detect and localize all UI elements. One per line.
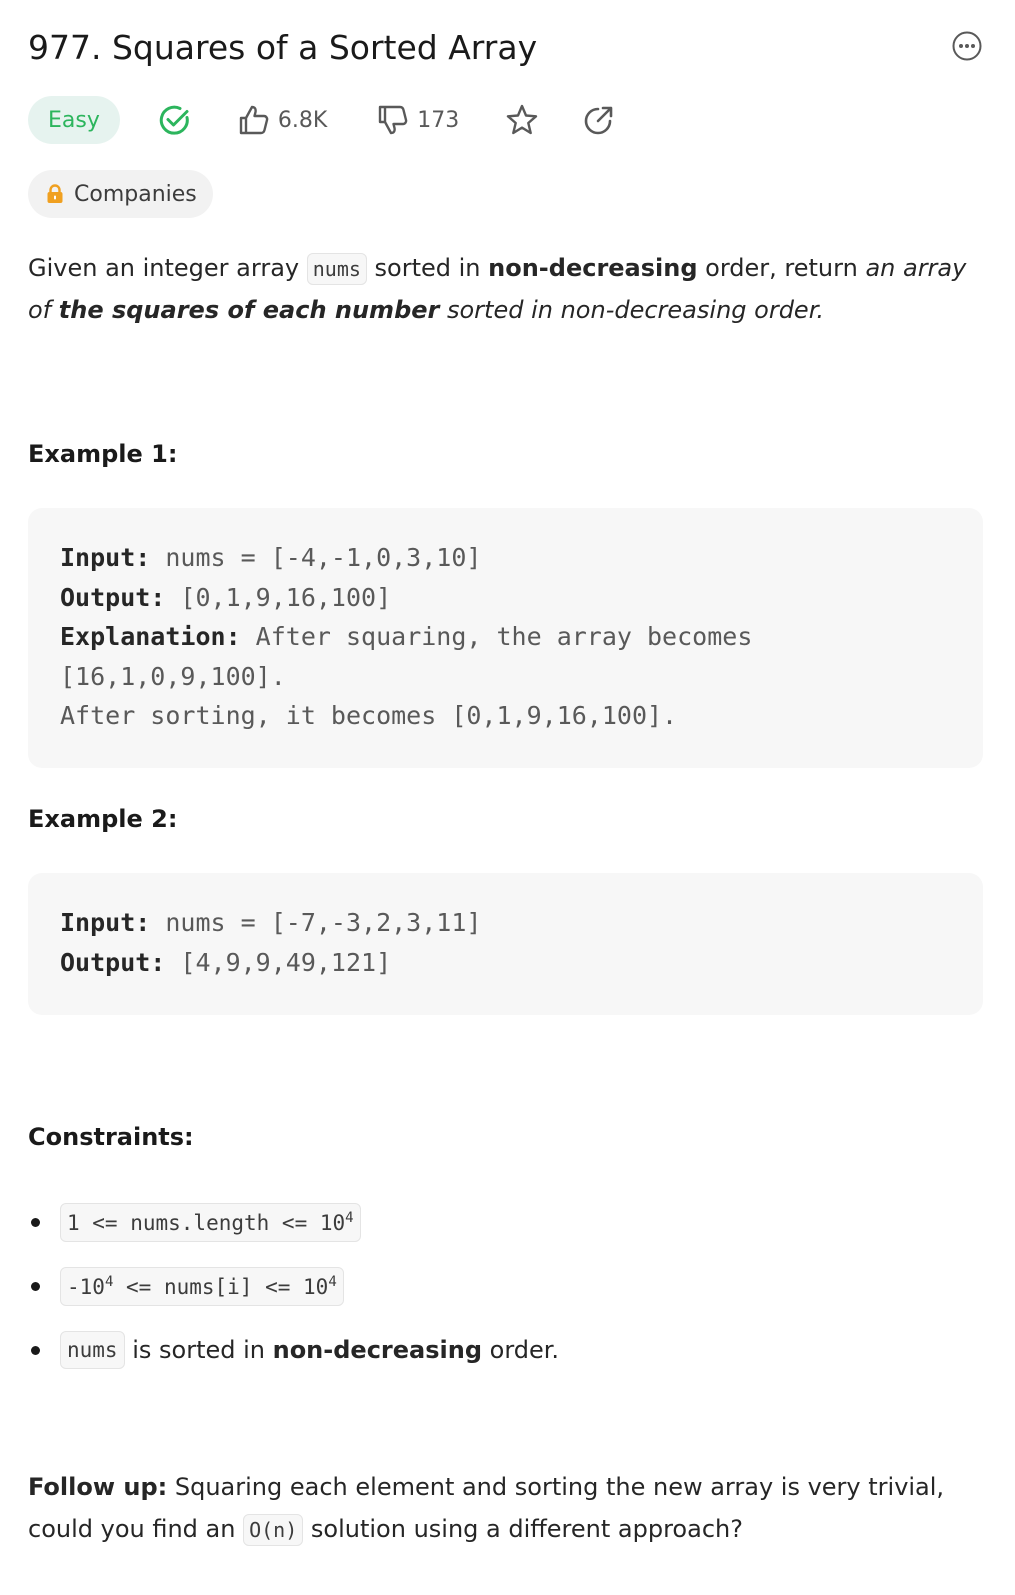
title-row: 977. Squares of a Sorted Array [28,22,983,74]
example-2-block: Input: nums = [-7,-3,2,3,11] Output: [4,… [28,873,983,1015]
output-value: [4,9,9,49,121] [165,947,392,977]
input-label: Input: [60,908,151,937]
constraint-text: is sorted in [124,1336,273,1364]
explanation-text: [16,1,0,9,100]. [60,661,286,691]
dislikes-count: 173 [417,107,460,133]
input-label: Input: [60,543,151,572]
companies-button[interactable]: Companies [28,170,213,218]
more-options-button[interactable] [951,30,983,62]
constraints-heading: Constraints: [28,1123,194,1151]
input-value: nums = [-7,-3,2,3,11] [150,908,482,937]
superscript: 4 [345,1209,354,1226]
superscript: 4 [328,1273,337,1290]
thumbs-down-icon [379,105,408,135]
star-icon [507,104,538,135]
more-icon [952,31,982,61]
explanation-text: After sorting, it becomes [0,1,9,16,100]… [60,701,678,730]
constraint-bold: non-decreasing [272,1336,482,1364]
constraint-code: 1 <= nums.length <= 104 [60,1202,361,1242]
follow-up-text: solution using a different approach? [303,1515,743,1543]
problem-statement: Given an integer array nums sorted in no… [28,248,983,331]
problem-meta-row: Easy 6.8K 173 [28,95,615,145]
inline-code: nums [306,253,367,285]
constraint-item: 1 <= nums.length <= 104 [28,1190,559,1254]
likes-count: 6.8K [277,107,328,133]
example-1-block: Input: nums = [-4,-1,0,3,10] Output: [0,… [28,508,983,768]
statement-text: order, return [697,254,866,282]
problem-title[interactable]: 977. Squares of a Sorted Array [28,22,983,74]
output-value: [0,1,9,16,100] [165,582,392,612]
input-value: nums = [-4,-1,0,3,10] [150,543,482,572]
inline-code: O(n) [243,1514,304,1546]
statement-text: sorted in [366,254,489,282]
lock-icon [47,184,63,203]
code-text: -10 [67,1274,105,1299]
example-2-heading: Example 2: [28,805,178,833]
statement-bold-italic: the squares of each number [58,296,440,324]
follow-up-label: Follow up: [28,1473,168,1501]
output-label: Output: [60,582,166,612]
example-1-heading: Example 1: [28,440,178,468]
like-button[interactable]: 6.8K [238,104,327,136]
favorite-button[interactable] [505,103,539,137]
constraint-code: -104 <= nums[i] <= 104 [60,1266,344,1306]
statement-italic: sorted in non-decreasing order. [439,296,824,324]
constraint-item: -104 <= nums[i] <= 104 [28,1254,559,1318]
thumbs-up-icon [239,105,269,135]
statement-bold: non-decreasing [488,254,698,282]
solved-check-icon [159,105,189,135]
statement-text: Given an integer array [28,254,307,282]
output-label: Output: [60,947,166,977]
constraint-code: nums [60,1331,125,1369]
constraint-text: order. [482,1336,560,1364]
constraints-list: 1 <= nums.length <= 104 -104 <= nums[i] … [28,1190,559,1382]
share-button[interactable] [583,104,615,136]
dislike-button[interactable]: 173 [377,104,459,136]
constraint-item: nums is sorted in non-decreasing order. [28,1318,559,1382]
code-text: 1 <= nums.length <= 10 [67,1210,346,1235]
follow-up: Follow up: Squaring each element and sor… [28,1466,983,1551]
difficulty-badge[interactable]: Easy [28,96,120,144]
companies-label: Companies [74,181,197,207]
code-text: <= nums[i] <= 10 [113,1274,329,1299]
explanation-label: Explanation: [60,622,241,651]
share-icon [585,106,613,135]
solved-status[interactable] [158,103,192,137]
explanation-text: After squaring, the array becomes [240,622,753,651]
